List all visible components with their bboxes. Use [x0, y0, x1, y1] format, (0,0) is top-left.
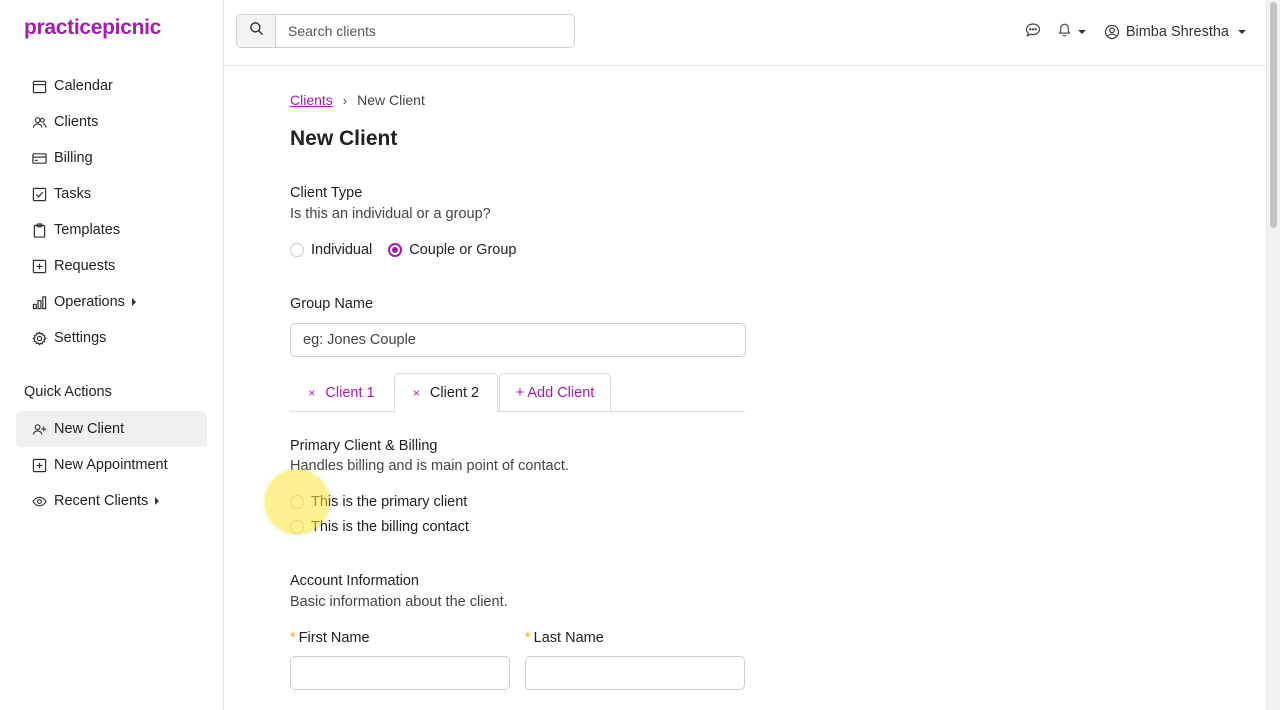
- sidebar-item-label: Recent Clients: [54, 493, 149, 509]
- breadcrumb-current: New Client: [357, 92, 425, 108]
- add-client-tab[interactable]: + Add Client: [499, 373, 611, 412]
- sidebar-item-label: Requests: [54, 258, 116, 274]
- users-icon: [32, 115, 47, 130]
- quick-actions-nav: New Client New Appointment Recent Client…: [16, 411, 207, 519]
- tab-client-2[interactable]: × Client 2: [394, 373, 498, 413]
- sidebar-item-label: Calendar: [54, 78, 113, 94]
- primary-billing-title: Primary Client & Billing: [290, 438, 438, 454]
- calendar-icon: [32, 79, 47, 94]
- sidebar-item-operations[interactable]: Operations: [16, 284, 207, 320]
- required-mark: *: [290, 630, 296, 646]
- last-name-label-text: Last Name: [533, 630, 604, 646]
- sidebar-item-label: Tasks: [54, 186, 92, 202]
- chevron-right-icon: [131, 298, 136, 306]
- sidebar-item-new-client[interactable]: New Client: [16, 411, 207, 447]
- sidebar-item-label: Operations: [54, 294, 125, 310]
- sidebar-item-label: Templates: [54, 222, 121, 238]
- radio-primary-client[interactable]: [290, 495, 304, 509]
- first-name-label: * First Name: [290, 630, 370, 646]
- notifications-button[interactable]: [1057, 22, 1086, 42]
- sidebar-item-templates[interactable]: Templates: [16, 212, 207, 248]
- scrollbar[interactable]: [1266, 0, 1280, 710]
- sidebar-item-label: Billing: [54, 150, 93, 166]
- first-name-input[interactable]: [290, 656, 510, 690]
- top-right-actions: Bimba Shrestha: [1011, 0, 1246, 64]
- chevron-down-icon: [1077, 30, 1086, 34]
- radio-individual[interactable]: [290, 243, 304, 257]
- tab-label: Client 2: [429, 385, 480, 401]
- account-info-subtitle: Basic information about the client.: [290, 594, 508, 610]
- radio-individual-label[interactable]: Individual: [311, 242, 372, 258]
- user-avatar-icon: [1104, 24, 1120, 40]
- sidebar-item-requests[interactable]: Requests: [16, 248, 207, 284]
- account-info-title: Account Information: [290, 573, 419, 589]
- last-name-input[interactable]: [525, 656, 745, 690]
- breadcrumb: Clients › New Client: [290, 92, 425, 108]
- sidebar: practicepicnic Calendar Clients Billing …: [0, 0, 224, 710]
- sidebar-item-label: Clients: [54, 114, 99, 130]
- top-bar: Bimba Shrestha: [224, 0, 1266, 66]
- sidebar-item-recent-clients[interactable]: Recent Clients: [16, 483, 207, 519]
- close-icon[interactable]: ×: [413, 386, 420, 400]
- chevron-down-icon: [1238, 30, 1246, 34]
- sidebar-item-clients[interactable]: Clients: [16, 104, 207, 140]
- bell-icon: [1057, 22, 1072, 42]
- required-mark: *: [525, 630, 531, 646]
- sidebar-item-billing[interactable]: Billing: [16, 140, 207, 176]
- close-icon[interactable]: ×: [308, 386, 315, 400]
- plus-square-icon: [32, 458, 47, 473]
- search-button[interactable]: [237, 15, 276, 47]
- plus-square-icon: [32, 259, 47, 274]
- sidebar-item-new-appointment[interactable]: New Appointment: [16, 447, 207, 483]
- chevron-right-icon: [155, 497, 160, 505]
- page-title: New Client: [290, 127, 398, 150]
- client-type-title: Client Type: [290, 185, 363, 201]
- primary-client-option[interactable]: This is the primary client: [290, 494, 467, 510]
- client-type-options: Individual Couple or Group: [290, 242, 516, 258]
- billing-contact-option[interactable]: This is the billing contact: [290, 519, 469, 535]
- eye-icon: [32, 494, 47, 509]
- first-name-label-text: First Name: [298, 630, 370, 646]
- app-logo[interactable]: practicepicnic: [24, 16, 161, 40]
- sidebar-item-label: Settings: [54, 330, 107, 346]
- search-input[interactable]: [276, 15, 574, 47]
- messages-button[interactable]: [1025, 22, 1041, 42]
- checkbox-icon: [32, 187, 47, 202]
- radio-couple-or-group[interactable]: [388, 243, 403, 257]
- gear-icon: [32, 330, 47, 346]
- credit-card-icon: [32, 151, 47, 166]
- chat-bubble-icon: [1025, 22, 1041, 42]
- sidebar-item-label: New Appointment: [54, 457, 168, 473]
- tab-client-1[interactable]: × Client 1: [290, 373, 393, 412]
- sidebar-item-calendar[interactable]: Calendar: [16, 68, 207, 104]
- last-name-label: * Last Name: [525, 630, 604, 646]
- user-name: Bimba Shrestha: [1125, 24, 1229, 40]
- search-box: [236, 14, 575, 48]
- sidebar-item-tasks[interactable]: Tasks: [16, 176, 207, 212]
- client-type-subtitle: Is this an individual or a group?: [290, 206, 491, 222]
- user-plus-icon: [32, 422, 47, 437]
- primary-billing-subtitle: Handles billing and is main point of con…: [290, 458, 569, 474]
- bar-chart-icon: [32, 295, 47, 310]
- sidebar-item-label: New Client: [54, 421, 125, 437]
- search-icon: [249, 21, 264, 41]
- breadcrumb-link-clients[interactable]: Clients: [290, 92, 333, 108]
- main-nav: Calendar Clients Billing Tasks Templates: [16, 68, 207, 356]
- group-name-input[interactable]: [290, 323, 746, 357]
- breadcrumb-separator: ›: [342, 92, 348, 108]
- tab-label: Client 1: [325, 384, 375, 401]
- client-tabs: × Client 1 × Client 2 + Add Client: [290, 373, 745, 413]
- sidebar-item-settings[interactable]: Settings: [16, 320, 207, 356]
- quick-actions-title: Quick Actions: [24, 384, 112, 400]
- radio-billing-contact-label[interactable]: This is the billing contact: [311, 519, 469, 535]
- group-name-label: Group Name: [290, 296, 374, 312]
- clipboard-icon: [32, 222, 47, 238]
- radio-billing-contact[interactable]: [290, 520, 304, 534]
- scrollbar-thumb[interactable]: [1270, 2, 1277, 228]
- radio-primary-client-label[interactable]: This is the primary client: [311, 494, 467, 510]
- radio-couple-or-group-label[interactable]: Couple or Group: [409, 242, 516, 258]
- user-menu[interactable]: Bimba Shrestha: [1104, 24, 1246, 40]
